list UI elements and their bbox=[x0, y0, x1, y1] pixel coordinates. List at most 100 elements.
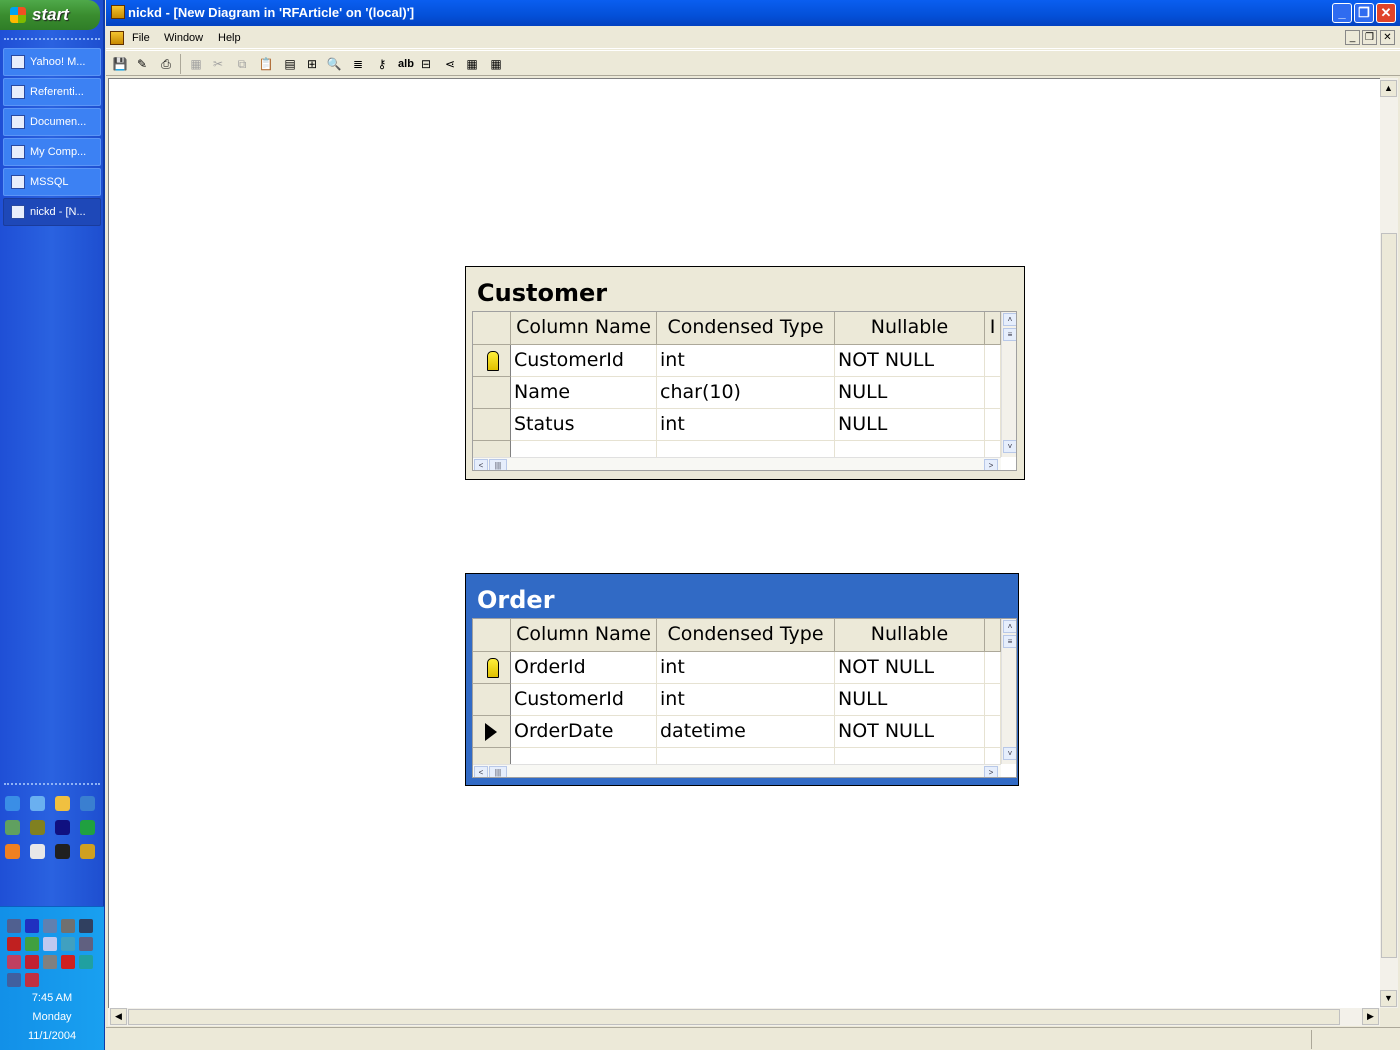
grid-horizontal-scrollbar[interactable]: < ||| > bbox=[473, 457, 1001, 470]
cell-type[interactable]: int bbox=[657, 409, 835, 441]
grid-scroll-thumb[interactable]: ||| bbox=[489, 459, 507, 470]
grid-vertical-scrollbar[interactable]: ˄ ≡ ˅ bbox=[1001, 312, 1016, 457]
tray-icon[interactable] bbox=[43, 937, 57, 951]
word-icon[interactable] bbox=[55, 820, 70, 835]
horizontal-scroll-thumb[interactable] bbox=[128, 1009, 1340, 1025]
cell-nullable[interactable]: NOT NULL bbox=[835, 716, 985, 748]
table-title[interactable]: Order bbox=[477, 586, 555, 614]
search-icon[interactable] bbox=[80, 796, 95, 811]
cell-name[interactable]: CustomerId bbox=[511, 684, 657, 716]
paste-button[interactable]: 📋 bbox=[258, 56, 274, 72]
table-view-button[interactable]: ≣ bbox=[350, 56, 366, 72]
cell-nullable[interactable]: NULL bbox=[835, 377, 985, 409]
cell-nullable[interactable]: NOT NULL bbox=[835, 345, 985, 377]
new-text-annotation-button[interactable]: alb bbox=[396, 56, 416, 72]
command-prompt-icon[interactable] bbox=[55, 844, 70, 859]
table-order[interactable]: Order Column Name Condensed Type Nullable Or… bbox=[465, 573, 1019, 786]
cell-extra[interactable] bbox=[985, 345, 1001, 377]
generate-script-button[interactable]: ▦ bbox=[188, 56, 204, 72]
grid-vertical-scrollbar[interactable]: ˄ ≡ ˅ bbox=[1001, 619, 1016, 764]
cell-type[interactable]: int bbox=[657, 652, 835, 684]
vertical-scrollbar[interactable]: ▲ ▼ bbox=[1380, 78, 1398, 1008]
row-selector[interactable] bbox=[473, 409, 511, 441]
row-selector[interactable] bbox=[473, 377, 511, 409]
cell-name[interactable]: Name bbox=[511, 377, 657, 409]
tray-icon[interactable] bbox=[25, 973, 39, 987]
tray-icon[interactable] bbox=[7, 937, 21, 951]
table-title[interactable]: Customer bbox=[477, 279, 607, 307]
app-icon[interactable] bbox=[111, 5, 125, 19]
mdi-restore-button[interactable]: ❐ bbox=[1362, 30, 1377, 45]
cell-nullable[interactable]: NULL bbox=[835, 684, 985, 716]
cell-extra[interactable] bbox=[985, 377, 1001, 409]
scroll-up-button[interactable]: ▲ bbox=[1380, 80, 1397, 97]
properties-button[interactable]: ✎ bbox=[134, 56, 150, 72]
grid-horizontal-scrollbar[interactable]: < ||| > bbox=[473, 764, 1001, 777]
arrange-tables-button[interactable]: ⊟ bbox=[418, 56, 434, 72]
tray-icon[interactable] bbox=[79, 937, 93, 951]
minimize-button[interactable]: _ bbox=[1332, 3, 1352, 23]
cell-type[interactable]: char(10) bbox=[657, 377, 835, 409]
cell-type[interactable]: datetime bbox=[657, 716, 835, 748]
menu-window[interactable]: Window bbox=[164, 32, 203, 44]
tray-icon[interactable] bbox=[7, 955, 21, 969]
cell-nullable[interactable]: NULL bbox=[835, 409, 985, 441]
restore-button[interactable]: ❐ bbox=[1354, 3, 1374, 23]
grid-scroll-down-button[interactable]: ˅ bbox=[1003, 747, 1016, 760]
taskbar-button[interactable]: Documen... bbox=[3, 108, 101, 136]
grid-scroll-thumb[interactable]: ≡ bbox=[1003, 635, 1016, 648]
clock-icon[interactable] bbox=[30, 820, 45, 835]
notepad-icon[interactable] bbox=[30, 844, 45, 859]
table-properties-button[interactable]: ▦ bbox=[488, 56, 504, 72]
scroll-down-button[interactable]: ▼ bbox=[1380, 990, 1397, 1007]
diagram-canvas[interactable] bbox=[108, 78, 1380, 1008]
cell-extra[interactable] bbox=[985, 652, 1001, 684]
grid-scroll-down-button[interactable]: ˅ bbox=[1003, 440, 1016, 453]
table-customer[interactable]: Customer Column Name Condensed Type Nullabl… bbox=[465, 266, 1025, 480]
show-relationship-labels-button[interactable]: ⋖ bbox=[442, 56, 458, 72]
menu-help[interactable]: Help bbox=[218, 32, 241, 44]
manage-indexes-button[interactable]: ▦ bbox=[464, 56, 480, 72]
excel-icon[interactable] bbox=[80, 820, 95, 835]
outlook-icon[interactable] bbox=[30, 796, 45, 811]
column-header[interactable]: Condensed Type bbox=[657, 312, 835, 345]
scroll-right-button[interactable]: ▶ bbox=[1362, 1008, 1379, 1025]
enterprise-manager-icon[interactable] bbox=[80, 844, 95, 859]
tray-icon[interactable] bbox=[43, 955, 57, 969]
grid-scroll-left-button[interactable]: < bbox=[474, 459, 488, 470]
taskbar-button[interactable]: Yahoo! M... bbox=[3, 48, 101, 76]
vertical-scroll-thumb[interactable] bbox=[1381, 233, 1397, 958]
row-selector[interactable] bbox=[473, 652, 511, 684]
tray-icon[interactable] bbox=[25, 919, 39, 933]
copy-button[interactable]: ⧉ bbox=[234, 56, 250, 72]
menu-file[interactable]: File bbox=[132, 32, 150, 44]
tray-icon[interactable] bbox=[79, 955, 93, 969]
cell-name[interactable]: Status bbox=[511, 409, 657, 441]
close-button[interactable]: ✕ bbox=[1376, 3, 1396, 23]
grid-scroll-up-button[interactable]: ˄ bbox=[1003, 620, 1016, 633]
start-button[interactable]: start bbox=[0, 0, 100, 30]
media-icon[interactable] bbox=[5, 820, 20, 835]
grid-scroll-left-button[interactable]: < bbox=[474, 766, 488, 777]
row-selector[interactable] bbox=[473, 684, 511, 716]
grid-scroll-thumb[interactable]: ||| bbox=[489, 766, 507, 777]
new-table-button[interactable]: ▤ bbox=[282, 56, 298, 72]
grid-scroll-right-button[interactable]: > bbox=[984, 766, 998, 777]
column-header[interactable]: I bbox=[985, 312, 1001, 345]
tray-icon[interactable] bbox=[7, 973, 21, 987]
cut-button[interactable]: ✂ bbox=[210, 56, 226, 72]
clock-time[interactable]: 7:45 AM bbox=[0, 992, 104, 1004]
cell-type[interactable]: int bbox=[657, 345, 835, 377]
tray-icon[interactable] bbox=[61, 937, 75, 951]
cell-name[interactable]: OrderId bbox=[511, 652, 657, 684]
mdi-close-button[interactable]: ✕ bbox=[1380, 30, 1395, 45]
zoom-button[interactable]: 🔍 bbox=[326, 56, 342, 72]
cell-extra[interactable] bbox=[985, 684, 1001, 716]
grid-scroll-right-button[interactable]: > bbox=[984, 459, 998, 470]
tray-icon[interactable] bbox=[25, 955, 39, 969]
document-icon[interactable] bbox=[110, 31, 124, 45]
internet-explorer-icon[interactable] bbox=[5, 796, 20, 811]
tray-icon[interactable] bbox=[61, 955, 75, 969]
grid-scroll-up-button[interactable]: ˄ bbox=[1003, 313, 1016, 326]
title-bar[interactable]: nickd - [New Diagram in 'RFArticle' on '… bbox=[106, 0, 1400, 26]
